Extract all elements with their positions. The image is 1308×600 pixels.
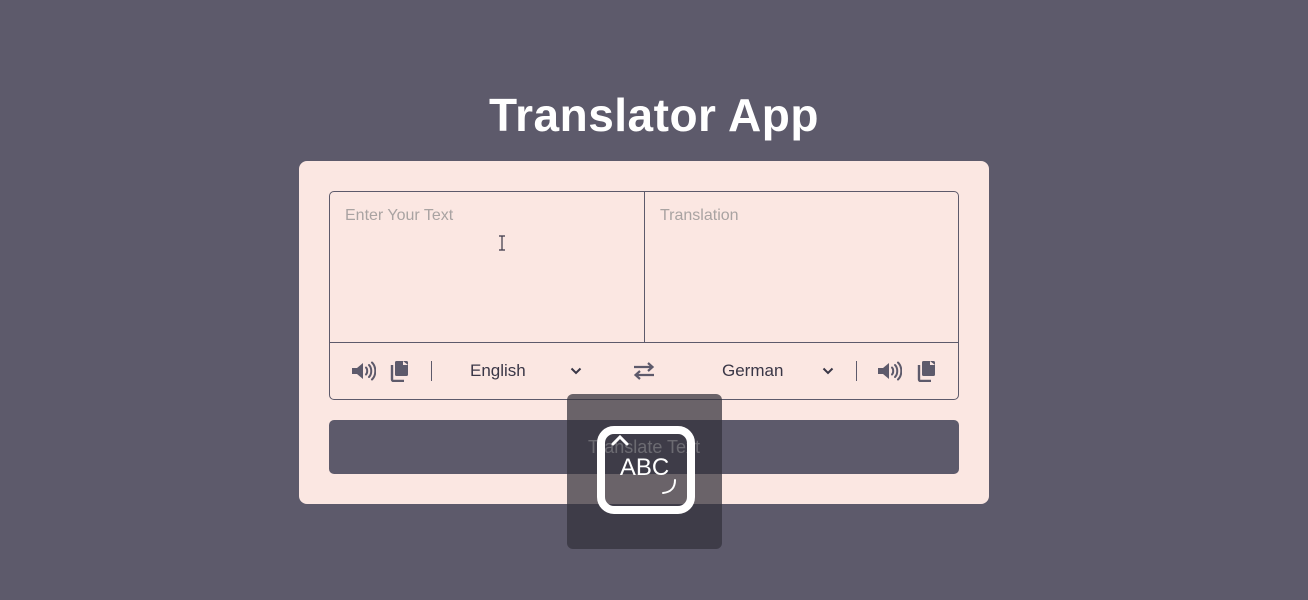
source-text-input[interactable] <box>330 192 644 342</box>
chevron-down-icon <box>570 367 582 375</box>
translation-output[interactable] <box>645 192 958 342</box>
separator <box>431 361 432 381</box>
keyboard-overlay: ABC <box>567 394 722 549</box>
target-language-select[interactable]: German <box>722 357 834 385</box>
source-copy-icon[interactable] <box>386 359 412 383</box>
controls-row: English German <box>330 343 958 399</box>
text-cursor-icon <box>499 235 505 251</box>
source-volume-icon[interactable] <box>350 359 376 383</box>
target-language-label: German <box>722 361 784 380</box>
exchange-arrows-icon[interactable] <box>631 359 657 383</box>
target-volume-icon[interactable] <box>876 359 902 383</box>
source-language-select[interactable]: English <box>470 357 582 385</box>
target-copy-icon[interactable] <box>913 359 939 383</box>
overlay-abc-label: ABC <box>619 454 670 481</box>
separator <box>856 361 857 381</box>
source-language-label: English <box>470 361 526 380</box>
chevron-down-icon <box>822 367 834 375</box>
text-panel: English German <box>329 191 959 400</box>
page-title: Translator App <box>489 89 819 141</box>
